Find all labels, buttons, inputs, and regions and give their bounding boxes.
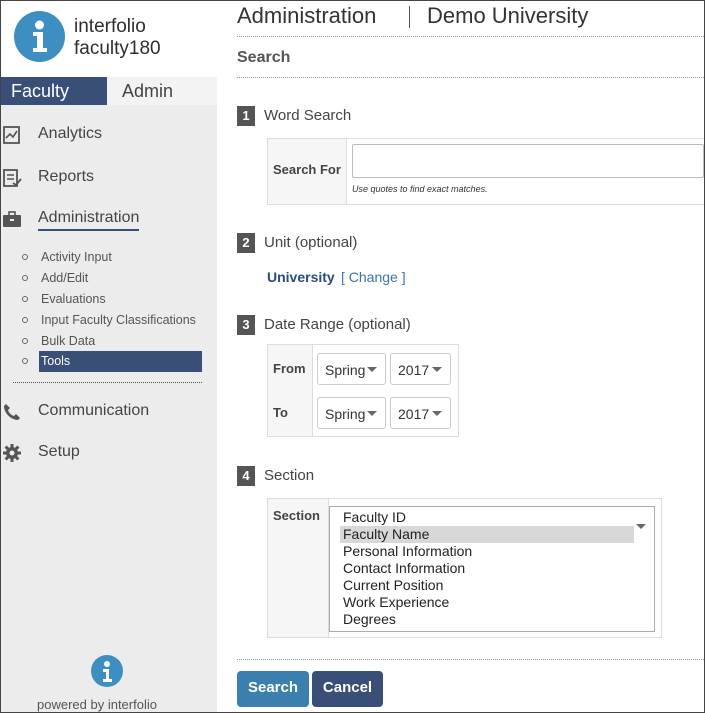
- page-title: Administration: [237, 3, 377, 28]
- from-year-select[interactable]: 2017: [390, 353, 451, 385]
- sub-item-label: Input Faculty Classifications: [41, 313, 196, 327]
- chevron-down-icon: [636, 524, 646, 529]
- sidebar-item-label: Communication: [38, 402, 150, 419]
- list-item[interactable]: Current Position: [340, 577, 634, 594]
- step-number: 1: [237, 106, 255, 126]
- sub-item-label: Bulk Data: [41, 334, 96, 348]
- sidebar-item-label: Setup: [38, 443, 80, 460]
- chevron-down-icon: [432, 367, 442, 372]
- sub-item-add-edit[interactable]: Add/Edit: [19, 268, 203, 288]
- search-hint: Use quotes to find exact matches.: [352, 184, 488, 194]
- chevron-down-icon: [432, 411, 442, 416]
- sidebar-item-label: Administration: [38, 209, 140, 231]
- list-item[interactable]: Personal Information: [340, 543, 634, 560]
- list-item[interactable]: Faculty ID: [340, 509, 634, 526]
- select-value: Spring: [325, 406, 366, 422]
- step-title: Word Search: [264, 107, 352, 124]
- chevron-down-icon: [367, 411, 377, 416]
- step-number: 3: [237, 315, 255, 335]
- to-label: To: [273, 405, 288, 420]
- sub-item-label: Evaluations: [41, 292, 106, 306]
- sub-item-label: Add/Edit: [41, 271, 89, 285]
- sidebar-item-analytics[interactable]: Analytics: [1, 122, 217, 148]
- list-item[interactable]: Faculty Name: [340, 526, 634, 543]
- info-icon: [91, 655, 123, 687]
- to-year-select[interactable]: 2017: [390, 397, 451, 429]
- briefcase-icon: [2, 209, 22, 229]
- info-icon: [14, 11, 65, 62]
- bullet-icon: [22, 275, 28, 281]
- sub-item-evaluations[interactable]: Evaluations: [19, 289, 203, 309]
- analytics-icon: [2, 125, 22, 145]
- sidebar: interfolio faculty180 Faculty Admin Anal…: [1, 1, 217, 712]
- sidebar-item-communication[interactable]: Communication: [1, 399, 217, 425]
- select-value: Spring: [325, 362, 366, 378]
- sub-item-label: Tools: [41, 354, 71, 368]
- search-input[interactable]: [352, 144, 704, 178]
- bullet-icon: [22, 296, 28, 302]
- tab-admin[interactable]: Admin: [107, 77, 217, 105]
- search-for-label: Search For: [273, 162, 341, 177]
- sub-item-tools[interactable]: Tools: [19, 351, 203, 372]
- title-separator: [409, 6, 410, 28]
- bullet-icon: [22, 254, 28, 260]
- divider: [237, 659, 704, 660]
- section-label: Section: [273, 508, 320, 523]
- to-term-select[interactable]: Spring: [317, 397, 386, 429]
- bullet-icon: [22, 358, 28, 364]
- step-title: Unit (optional): [264, 234, 358, 251]
- unit-value: University: [267, 269, 335, 285]
- powered-by: powered by interfolio: [37, 697, 157, 712]
- tab-faculty[interactable]: Faculty: [1, 77, 107, 105]
- sidebar-divider: [13, 382, 202, 383]
- step-title: Date Range (optional): [264, 316, 411, 333]
- cancel-button[interactable]: Cancel: [312, 671, 383, 707]
- bullet-icon: [22, 317, 28, 323]
- section-listbox[interactable]: Faculty ID Faculty Name Personal Informa…: [329, 506, 655, 632]
- list-item[interactable]: Contact Information: [340, 560, 634, 577]
- select-value: 2017: [398, 406, 430, 422]
- chevron-down-icon: [367, 367, 377, 372]
- phone-icon: [2, 402, 22, 422]
- sidebar-item-administration[interactable]: Administration: [1, 206, 217, 232]
- sidebar-item-setup[interactable]: Setup: [1, 440, 217, 466]
- search-button[interactable]: Search: [237, 671, 309, 707]
- sidebar-item-reports[interactable]: Reports: [1, 165, 217, 191]
- divider: [237, 77, 704, 78]
- step-number: 2: [237, 233, 255, 253]
- gear-icon: [2, 443, 22, 463]
- bullet-icon: [22, 338, 28, 344]
- list-item[interactable]: Work Experience: [340, 594, 634, 611]
- divider: [237, 36, 704, 37]
- sub-item-label: Activity Input: [41, 250, 112, 264]
- sidebar-item-label: Analytics: [38, 125, 103, 142]
- from-label: From: [273, 361, 306, 376]
- sidebar-item-label: Reports: [38, 168, 95, 185]
- main-content: Administration Demo University Search 1 …: [217, 1, 705, 712]
- sub-item-bulk-data[interactable]: Bulk Data: [19, 331, 203, 351]
- step-number: 4: [237, 466, 255, 486]
- change-unit-link[interactable]: [ Change ]: [341, 269, 406, 285]
- brand-name: interfolio: [74, 16, 146, 37]
- role-tabs: Faculty Admin: [1, 77, 217, 105]
- sub-item-activity-input[interactable]: Activity Input: [19, 247, 203, 267]
- sub-item-input-faculty-classifications[interactable]: Input Faculty Classifications: [19, 310, 203, 330]
- brand[interactable]: interfolio faculty180: [1, 1, 217, 77]
- institution-name: Demo University: [427, 3, 589, 28]
- reports-icon: [2, 168, 22, 188]
- list-item[interactable]: Degrees: [340, 611, 634, 628]
- brand-product: faculty180: [74, 38, 161, 59]
- from-term-select[interactable]: Spring: [317, 353, 386, 385]
- select-value: 2017: [398, 362, 430, 378]
- step-title: Section: [264, 467, 315, 484]
- section-heading: Search: [237, 49, 291, 66]
